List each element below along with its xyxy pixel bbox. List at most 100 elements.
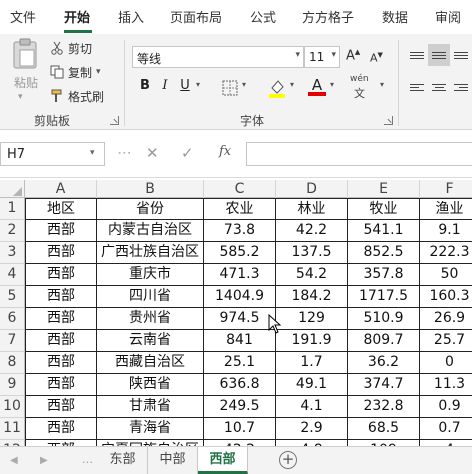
bottom-align-icon[interactable] bbox=[450, 44, 472, 66]
next-sheet-icon[interactable]: ▶ bbox=[40, 455, 48, 466]
table-cell[interactable]: 青海省 bbox=[97, 418, 204, 440]
table-cell[interactable]: 374.7 bbox=[348, 374, 420, 396]
table-cell[interactable]: 西部 bbox=[25, 330, 97, 352]
ribbon-tab[interactable]: 方方格子 bbox=[302, 7, 354, 26]
cut-button[interactable]: 剪切 bbox=[50, 38, 92, 58]
table-cell[interactable]: 西藏自治区 bbox=[97, 352, 204, 374]
formula-input[interactable] bbox=[246, 142, 472, 166]
table-cell[interactable]: 510.9 bbox=[348, 308, 420, 330]
table-cell[interactable]: 西部 bbox=[25, 418, 97, 440]
bold-button[interactable]: B bbox=[136, 78, 154, 98]
header-cell[interactable]: 省份 bbox=[97, 198, 204, 220]
table-cell[interactable]: 841 bbox=[204, 330, 276, 352]
middle-align-icon[interactable] bbox=[428, 44, 450, 66]
italic-button[interactable]: I bbox=[156, 78, 174, 98]
table-cell[interactable]: 4.1 bbox=[276, 396, 348, 418]
font-launcher-icon[interactable] bbox=[384, 116, 393, 125]
table-cell[interactable]: 0.7 bbox=[420, 418, 472, 440]
table-cell[interactable]: 25.1 bbox=[204, 352, 276, 374]
table-cell[interactable]: 西部 bbox=[25, 286, 97, 308]
table-cell[interactable]: 222.3 bbox=[420, 242, 472, 264]
phonetic-dropdown-icon[interactable]: ▾ bbox=[380, 80, 384, 89]
table-cell[interactable]: 68.5 bbox=[348, 418, 420, 440]
ribbon-tab[interactable]: 文件 bbox=[10, 7, 36, 26]
borders-icon[interactable] bbox=[222, 80, 238, 96]
insert-function-icon[interactable]: fx bbox=[219, 144, 231, 159]
table-cell[interactable]: 232.8 bbox=[348, 396, 420, 418]
table-cell[interactable]: 云南省 bbox=[97, 330, 204, 352]
table-cell[interactable]: 9.1 bbox=[420, 220, 472, 242]
phonetic-button[interactable]: wén bbox=[350, 74, 369, 84]
sheet-tab[interactable]: 东部 bbox=[98, 447, 148, 474]
table-cell[interactable]: 西部 bbox=[25, 374, 97, 396]
borders-dropdown-icon[interactable]: ▾ bbox=[242, 80, 246, 89]
copy-button[interactable]: 复制 ▾ bbox=[50, 62, 101, 82]
row-header[interactable]: 10 bbox=[0, 396, 25, 418]
worksheet-grid[interactable]: ABCDEF 1 地区 省份 农业 林业 牧业 渔业 2 西部 内蒙古自治区 73.8 42.2 541… bbox=[0, 180, 472, 446]
header-cell[interactable]: 渔业 bbox=[420, 198, 472, 220]
table-cell[interactable]: 249.5 bbox=[204, 396, 276, 418]
paste-icon[interactable] bbox=[12, 38, 38, 70]
table-cell[interactable]: 1.7 bbox=[276, 352, 348, 374]
table-cell[interactable]: 贵州省 bbox=[97, 308, 204, 330]
table-cell[interactable]: 36.2 bbox=[348, 352, 420, 374]
table-cell[interactable]: 585.2 bbox=[204, 242, 276, 264]
decrease-font-icon[interactable]: A▼ bbox=[370, 51, 383, 65]
table-cell[interactable]: 42.2 bbox=[276, 220, 348, 242]
table-cell[interactable]: 852.5 bbox=[348, 242, 420, 264]
ribbon-tab[interactable]: 页面布局 bbox=[170, 7, 222, 26]
sheet-tab[interactable]: 西部 bbox=[198, 447, 248, 474]
header-cell[interactable]: 农业 bbox=[204, 198, 276, 220]
table-cell[interactable]: 541.1 bbox=[348, 220, 420, 242]
font-color-dropdown-icon[interactable]: ▾ bbox=[330, 80, 334, 89]
table-cell[interactable]: 2.9 bbox=[276, 418, 348, 440]
row-header[interactable]: 6 bbox=[0, 308, 25, 330]
select-all-corner[interactable] bbox=[0, 180, 25, 198]
table-cell[interactable]: 西部 bbox=[25, 220, 97, 242]
table-cell[interactable]: 809.7 bbox=[348, 330, 420, 352]
table-cell[interactable]: 54.2 bbox=[276, 264, 348, 286]
header-cell[interactable]: 林业 bbox=[276, 198, 348, 220]
copy-dropdown-icon[interactable]: ▾ bbox=[96, 67, 101, 77]
row-header[interactable]: 5 bbox=[0, 286, 25, 308]
table-cell[interactable]: 10.7 bbox=[204, 418, 276, 440]
ribbon-tab[interactable]: 审阅 bbox=[435, 7, 461, 26]
cancel-icon[interactable]: ✕ bbox=[146, 144, 159, 162]
add-sheet-button[interactable]: + bbox=[279, 451, 297, 469]
row-header[interactable]: 4 bbox=[0, 264, 25, 286]
top-align-icon[interactable] bbox=[406, 44, 428, 66]
format-painter-button[interactable]: 格式刷 bbox=[50, 86, 104, 106]
table-cell[interactable]: 西部 bbox=[25, 352, 97, 374]
font-size-select[interactable]: 11 ▾ bbox=[304, 46, 340, 68]
table-cell[interactable]: 西部 bbox=[25, 264, 97, 286]
ribbon-tab[interactable]: 公式 bbox=[250, 7, 276, 26]
table-cell[interactable]: 25.7 bbox=[420, 330, 472, 352]
column-header[interactable]: C bbox=[204, 180, 276, 198]
align-center-icon[interactable] bbox=[428, 76, 450, 98]
enter-icon[interactable]: ✓ bbox=[181, 144, 194, 162]
table-cell[interactable]: 974.5 bbox=[204, 308, 276, 330]
fill-color-dropdown-icon[interactable]: ▾ bbox=[290, 80, 294, 89]
table-cell[interactable]: 636.8 bbox=[204, 374, 276, 396]
column-header[interactable]: B bbox=[97, 180, 204, 198]
table-cell[interactable]: 0 bbox=[420, 352, 472, 374]
table-cell[interactable]: 四川省 bbox=[97, 286, 204, 308]
increase-font-icon[interactable]: A▲ bbox=[346, 48, 360, 63]
row-header[interactable]: 1 bbox=[0, 198, 25, 220]
table-cell[interactable]: 西部 bbox=[25, 396, 97, 418]
table-cell[interactable]: 160.3 bbox=[420, 286, 472, 308]
table-cell[interactable]: 184.2 bbox=[276, 286, 348, 308]
align-right-icon[interactable] bbox=[450, 76, 472, 98]
ribbon-tab[interactable]: 数据 bbox=[382, 7, 408, 26]
paste-dropdown-icon[interactable]: ▾ bbox=[18, 92, 23, 102]
table-cell[interactable]: 西部 bbox=[25, 308, 97, 330]
table-cell[interactable]: 191.9 bbox=[276, 330, 348, 352]
ribbon-tab[interactable]: 插入 bbox=[118, 7, 144, 26]
font-color-icon[interactable]: A bbox=[308, 76, 326, 98]
underline-dropdown-icon[interactable]: ▾ bbox=[196, 80, 200, 89]
more-sheets-icon[interactable]: … bbox=[82, 453, 93, 466]
table-cell[interactable]: 0.9 bbox=[420, 396, 472, 418]
table-cell[interactable]: 1717.5 bbox=[348, 286, 420, 308]
prev-sheet-icon[interactable]: ◀ bbox=[10, 455, 18, 466]
table-cell[interactable]: 甘肃省 bbox=[97, 396, 204, 418]
